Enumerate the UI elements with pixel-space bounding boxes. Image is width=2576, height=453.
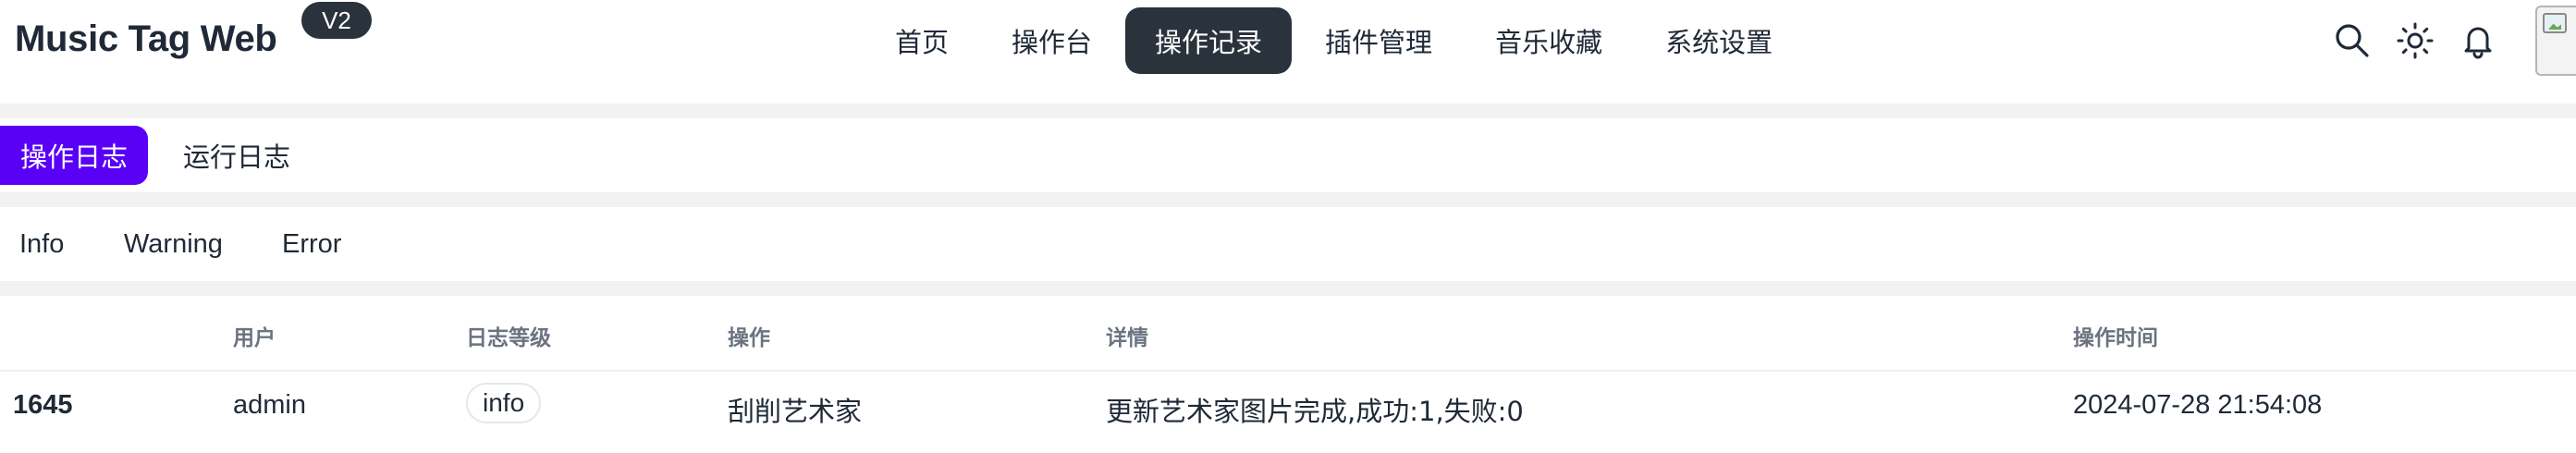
cell-detail: 更新艺术家图片完成,成功:1,失败:0 — [1106, 396, 1524, 427]
column-header-time: 操作时间 — [2073, 326, 2158, 350]
bell-icon[interactable] — [2456, 18, 2500, 63]
column-header-action: 操作 — [728, 326, 770, 350]
cell-user: admin — [233, 390, 306, 420]
log-type-tabs: 操作日志 运行日志 — [0, 118, 2576, 192]
filter-error[interactable]: Error — [282, 207, 341, 281]
nav-item-plugin-management[interactable]: 插件管理 — [1295, 7, 1462, 74]
level-badge: info — [466, 383, 542, 423]
filter-info[interactable]: Info — [19, 207, 64, 281]
nav-item-console[interactable]: 操作台 — [982, 7, 1122, 74]
column-header-level: 日志等级 — [466, 326, 551, 350]
header-divider — [0, 370, 2576, 372]
column-header-user: 用户 — [233, 326, 276, 350]
log-table: 用户 日志等级 操作 详情 操作时间 1645 admin info 刮削艺术家… — [0, 296, 2576, 453]
avatar[interactable] — [2535, 6, 2576, 76]
tab-operation-log[interactable]: 操作日志 — [0, 126, 149, 185]
nav-item-system-settings[interactable]: 系统设置 — [1636, 7, 1802, 74]
filter-warning[interactable]: Warning — [124, 207, 223, 281]
app-title[interactable]: Music Tag Web — [15, 18, 277, 60]
top-navbar: Music Tag Web V2 首页 操作台 操作记录 插件管理 音乐收藏 系… — [0, 0, 2576, 104]
cell-id: 1645 — [13, 390, 73, 420]
tab-runtime-log[interactable]: 运行日志 — [163, 126, 311, 185]
sun-icon[interactable] — [2393, 18, 2437, 63]
log-level-filter: Info Warning Error — [0, 207, 2576, 281]
nav-item-music-favorites[interactable]: 音乐收藏 — [1466, 7, 1632, 74]
divider — [0, 104, 2576, 118]
main-nav: 首页 操作台 操作记录 插件管理 音乐收藏 系统设置 — [865, 7, 1802, 74]
cell-time: 2024-07-28 21:54:08 — [2073, 390, 2323, 420]
divider — [0, 281, 2576, 296]
broken-image-icon — [2543, 13, 2567, 33]
cell-action: 刮削艺术家 — [728, 396, 863, 427]
divider — [0, 192, 2576, 207]
search-icon[interactable] — [2330, 18, 2374, 63]
column-header-detail: 详情 — [1106, 326, 1148, 350]
version-badge: V2 — [301, 2, 372, 39]
nav-item-home[interactable]: 首页 — [865, 7, 978, 74]
nav-item-operation-records[interactable]: 操作记录 — [1125, 7, 1293, 74]
